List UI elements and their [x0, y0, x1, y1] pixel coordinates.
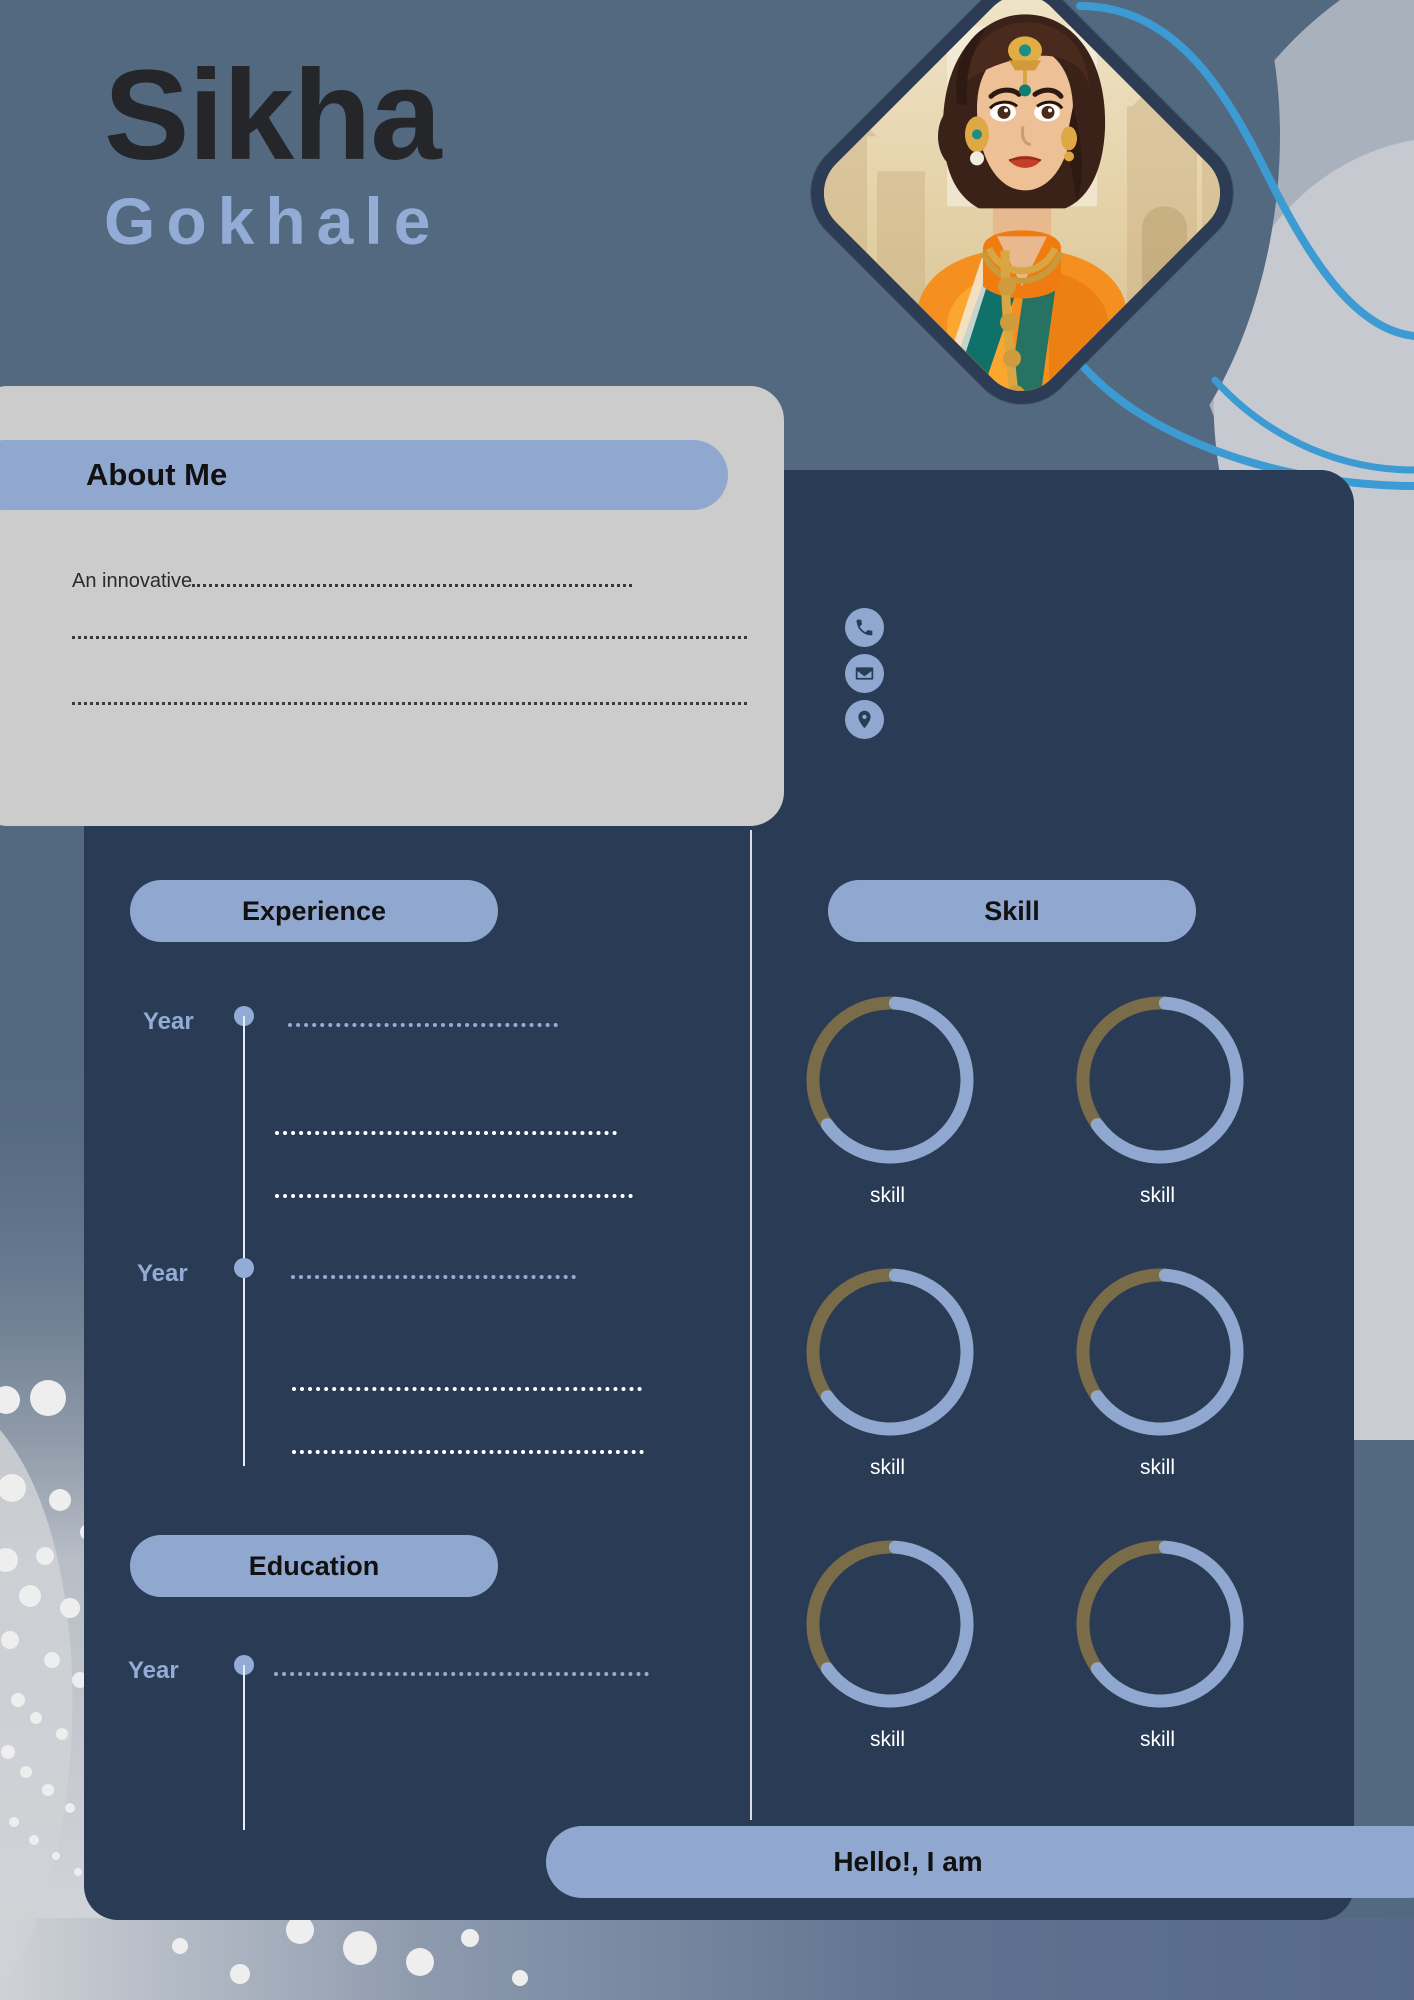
skill-label: skill: [1140, 1456, 1175, 1479]
tagline-text: Hello!, I am: [833, 1846, 983, 1877]
photo-image: [797, 0, 1247, 427]
name-block: Sikha Gokhale: [104, 44, 442, 260]
education-year-1: Year: [128, 1657, 179, 1684]
experience-year-2: Year: [137, 1260, 188, 1287]
experience-year-1: Year: [143, 1008, 194, 1035]
skill-item: skill: [800, 1534, 975, 1752]
contact-icon-list: [845, 608, 884, 746]
skill-item: skill: [1070, 1262, 1245, 1480]
education-1-detail-1: [274, 1672, 649, 1676]
phone-icon[interactable]: [845, 608, 884, 647]
experience-1-detail-1: [288, 1023, 558, 1027]
about-me-heading: About Me: [0, 440, 728, 510]
skill-progress-ring: [1076, 1540, 1244, 1708]
skill-title: Skill: [984, 895, 1040, 926]
experience-2-detail-1: [291, 1275, 576, 1279]
education-heading: Education: [130, 1535, 498, 1597]
skill-progress-ring: [1076, 996, 1244, 1164]
column-divider: [750, 830, 752, 1820]
skill-heading: Skill: [828, 880, 1196, 942]
skill-label: skill: [1140, 1728, 1175, 1751]
about-me-title: About Me: [86, 457, 228, 492]
experience-1-detail-2: [275, 1131, 617, 1135]
location-icon[interactable]: [845, 700, 884, 739]
experience-2-detail-2: [292, 1387, 642, 1391]
first-name: Sikha: [104, 44, 442, 187]
skill-label: skill: [870, 1456, 905, 1479]
about-line-3: [72, 702, 762, 750]
tagline-bar: Hello!, I am: [546, 1826, 1414, 1898]
about-line-2: [72, 636, 762, 684]
experience-2-detail-3: [292, 1450, 644, 1454]
experience-heading: Experience: [130, 880, 498, 942]
about-line-1: An innovative: [72, 570, 762, 618]
education-title: Education: [248, 1550, 380, 1581]
skill-item: skill: [1070, 1534, 1245, 1752]
timeline-rail-exp: [243, 1016, 245, 1466]
about-text: An innovative: [72, 570, 193, 592]
skill-item: skill: [1070, 990, 1245, 1208]
skill-progress-ring: [1076, 1268, 1244, 1436]
timeline-dot-exp-2: [234, 1258, 254, 1278]
skill-progress-ring: [806, 996, 974, 1164]
experience-1-detail-3: [275, 1194, 633, 1198]
skill-label: skill: [870, 1728, 905, 1751]
skill-progress-ring: [806, 1540, 974, 1708]
skill-label: skill: [870, 1184, 905, 1207]
photo-frame: [788, 0, 1256, 427]
timeline-rail-edu: [243, 1665, 245, 1830]
email-icon[interactable]: [845, 654, 884, 693]
about-me-body: An innovative: [72, 570, 762, 750]
last-name: Gokhale: [104, 184, 442, 258]
skill-label: skill: [1140, 1184, 1175, 1207]
skill-item: skill: [800, 990, 975, 1208]
skill-item: skill: [800, 1262, 975, 1480]
skill-progress-ring: [806, 1268, 974, 1436]
profile-photo: [775, 0, 1256, 478]
experience-title: Experience: [241, 895, 387, 926]
